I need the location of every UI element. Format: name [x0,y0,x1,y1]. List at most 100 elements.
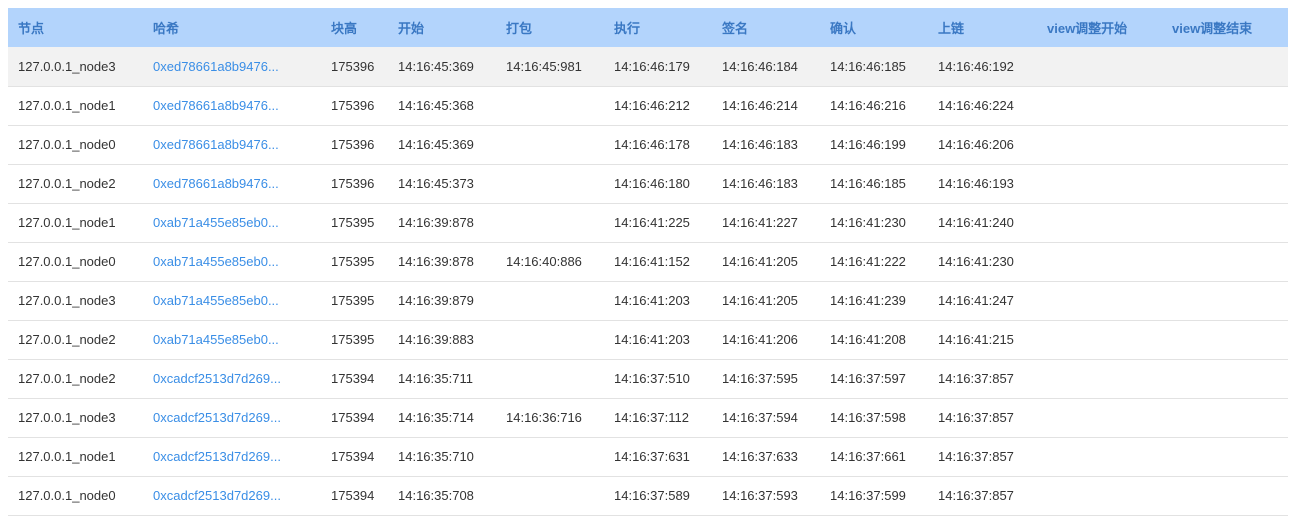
column-header-view-change-start: view调整开始 [1047,21,1128,36]
table-row: 127.0.0.1_node3 0xed78661a8b9476... 175396… [8,47,1288,86]
view-change-start-cell [1037,476,1162,515]
execute-cell: 14:16:46:212 [614,98,690,113]
hash-link[interactable]: 0xcadcf2513d7d269... [153,371,281,386]
pack-cell [496,203,604,242]
hash-cell: 0xcadcf2513d7d269... [143,398,321,437]
confirm-cell: 14:16:37:661 [830,449,906,464]
column-header-height: 块高 [331,21,358,36]
view-change-end-cell [1162,359,1288,398]
onchain-cell: 14:16:46:206 [938,137,1014,152]
execute-cell: 14:16:37:510 [614,371,690,386]
column-header-confirm: 确认 [830,21,857,36]
hash-link[interactable]: 0xab71a455e85eb0... [153,215,279,230]
hash-link[interactable]: 0xcadcf2513d7d269... [153,410,281,425]
start-cell: 14:16:35:710 [398,449,474,464]
pack-cell [496,320,604,359]
node-cell: 127.0.0.1_node2 [18,371,116,386]
view-change-end-cell [1162,242,1288,281]
confirm-cell: 14:16:46:185 [830,176,906,191]
table-row: 127.0.0.1_node0 0xab71a455e85eb0... 175395… [8,242,1288,281]
hash-link[interactable]: 0xab71a455e85eb0... [153,293,279,308]
pack-cell [496,359,604,398]
view-change-start-cell [1037,203,1162,242]
hash-cell: 0xab71a455e85eb0... [143,242,321,281]
hash-link[interactable]: 0xed78661a8b9476... [153,59,279,74]
node-cell: 127.0.0.1_node0 [18,254,116,269]
hash-link[interactable]: 0xed78661a8b9476... [153,137,279,152]
hash-link[interactable]: 0xed78661a8b9476... [153,176,279,191]
pack-cell [496,86,604,125]
view-change-end-cell [1162,398,1288,437]
start-cell: 14:16:39:878 [398,254,474,269]
sign-cell: 14:16:46:183 [722,137,798,152]
confirm-cell: 14:16:46:199 [830,137,906,152]
execute-cell: 14:16:37:589 [614,488,690,503]
view-change-end-cell [1162,47,1288,86]
node-cell: 127.0.0.1_node1 [18,215,116,230]
onchain-cell: 14:16:41:247 [938,293,1014,308]
hash-cell: 0xab71a455e85eb0... [143,281,321,320]
onchain-cell: 14:16:37:857 [938,449,1014,464]
hash-link[interactable]: 0xab71a455e85eb0... [153,254,279,269]
hash-cell: 0xed78661a8b9476... [143,164,321,203]
confirm-cell: 14:16:41:208 [830,332,906,347]
hash-link[interactable]: 0xcadcf2513d7d269... [153,449,281,464]
hash-cell: 0xed78661a8b9476... [143,47,321,86]
pack-cell: 14:16:45:981 [506,58,582,74]
height-cell: 175395 [331,293,375,308]
confirm-cell: 14:16:46:185 [830,58,906,74]
table-row: 127.0.0.1_node3 0xcadcf2513d7d269... 17539… [8,398,1288,437]
table-header-row: 节点 哈希 块高 开始 打包 执行 签名 确认 上链 view调整开始 view… [8,8,1288,47]
table-row: 127.0.0.1_node2 0xed78661a8b9476... 175396… [8,164,1288,203]
view-change-start-cell [1037,437,1162,476]
view-change-start-cell [1037,281,1162,320]
view-change-start-cell [1037,242,1162,281]
node-cell: 127.0.0.1_node0 [18,137,116,152]
view-change-end-cell [1162,164,1288,203]
node-cell: 127.0.0.1_node1 [18,449,116,464]
view-change-start-cell [1037,47,1162,86]
onchain-cell: 14:16:37:857 [938,371,1014,386]
column-header-hash: 哈希 [153,21,180,36]
sign-cell: 14:16:41:205 [722,254,798,269]
hash-link[interactable]: 0xed78661a8b9476... [153,98,279,113]
height-cell: 175395 [331,254,375,269]
confirm-cell: 14:16:41:222 [830,254,906,269]
start-cell: 14:16:45:373 [398,176,474,191]
onchain-cell: 14:16:46:193 [938,176,1014,191]
view-change-end-cell [1162,203,1288,242]
node-cell: 127.0.0.1_node1 [18,98,116,113]
view-change-end-cell [1162,476,1288,515]
view-change-start-cell [1037,125,1162,164]
sign-cell: 14:16:41:206 [722,332,798,347]
start-cell: 14:16:39:883 [398,332,474,347]
execute-cell: 14:16:41:152 [614,254,690,269]
table-row: 127.0.0.1_node1 0xab71a455e85eb0... 175395… [8,203,1288,242]
height-cell: 175394 [331,488,375,503]
block-timing-table: 节点 哈希 块高 开始 打包 执行 签名 确认 上链 view调整开始 view… [8,8,1288,516]
node-cell: 127.0.0.1_node3 [18,410,116,425]
table-row: 127.0.0.1_node0 0xcadcf2513d7d269... 17539… [8,476,1288,515]
node-cell: 127.0.0.1_node2 [18,332,116,347]
sign-cell: 14:16:46:184 [722,58,798,74]
column-header-node: 节点 [18,21,45,36]
table-row: 127.0.0.1_node2 0xcadcf2513d7d269... 17539… [8,359,1288,398]
view-change-end-cell [1162,125,1288,164]
hash-link[interactable]: 0xab71a455e85eb0... [153,332,279,347]
hash-link[interactable]: 0xcadcf2513d7d269... [153,488,281,503]
start-cell: 14:16:35:708 [398,488,474,503]
height-cell: 175395 [331,332,375,347]
pack-cell: 14:16:36:716 [506,410,582,425]
table-row: 127.0.0.1_node2 0xab71a455e85eb0... 175395… [8,320,1288,359]
hash-cell: 0xcadcf2513d7d269... [143,359,321,398]
height-cell: 175396 [331,176,375,191]
view-change-start-cell [1037,398,1162,437]
height-cell: 175396 [331,58,375,74]
start-cell: 14:16:45:368 [398,98,474,113]
column-header-sign: 签名 [722,21,749,36]
onchain-cell: 14:16:37:857 [938,410,1014,425]
column-header-execute: 执行 [614,21,641,36]
column-header-start: 开始 [398,21,425,36]
table-row: 127.0.0.1_node1 0xcadcf2513d7d269... 17539… [8,437,1288,476]
height-cell: 175394 [331,371,375,386]
